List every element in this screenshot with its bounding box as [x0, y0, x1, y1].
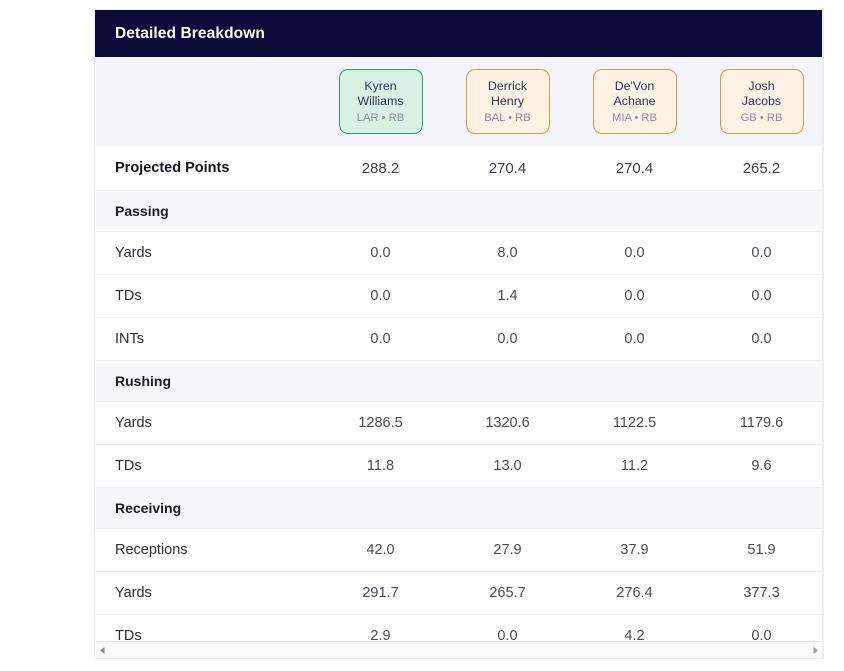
player-card[interactable]: De'Von Achane MIA • RB — [592, 68, 677, 135]
stat-value: 1286.5 — [317, 401, 444, 445]
triangle-right-icon[interactable] — [808, 643, 823, 658]
table-row: TDs 11.8 13.0 11.2 9.6 — [95, 444, 823, 488]
section-header-row: Receiving — [95, 487, 823, 529]
player-last-name: Williams — [357, 93, 404, 108]
section-header-row: Rushing — [95, 360, 823, 402]
stat-value: 11.2 — [571, 444, 698, 488]
section-header-label: Receiving — [95, 487, 823, 529]
stat-value: 276.4 — [571, 571, 698, 615]
player-last-name: Henry — [490, 93, 525, 108]
stat-value: 0.0 — [698, 274, 823, 318]
player-first-name: Josh — [748, 78, 775, 93]
stat-value: 1179.6 — [698, 401, 823, 445]
stat-value: 291.7 — [317, 571, 444, 615]
stat-value: 0.0 — [698, 614, 823, 641]
player-header-cell: Kyren Williams LAR • RB — [317, 57, 444, 146]
page-title: Detailed Breakdown — [115, 24, 265, 42]
stat-value: 377.3 — [698, 571, 823, 615]
header-corner-cell — [95, 57, 317, 146]
stat-value: 37.9 — [571, 528, 698, 572]
stat-value: 11.8 — [317, 444, 444, 488]
player-last-name: Achane — [613, 93, 656, 108]
stat-value: 2.9 — [317, 614, 444, 641]
stat-value: 1320.6 — [444, 401, 571, 445]
stat-value: 0.0 — [317, 231, 444, 275]
stat-label: TDs — [95, 274, 317, 318]
player-first-name: De'Von — [614, 78, 655, 93]
table-row: INTs 0.0 0.0 0.0 0.0 — [95, 317, 823, 361]
table-row: TDs 0.0 1.4 0.0 0.0 — [95, 274, 823, 318]
stat-label: Receptions — [95, 528, 317, 572]
player-header-cell: De'Von Achane MIA • RB — [571, 57, 698, 146]
scrollbar-track[interactable] — [110, 642, 808, 658]
triangle-left-icon[interactable] — [95, 643, 110, 658]
table-row: Yards 1286.5 1320.6 1122.5 1179.6 — [95, 401, 823, 445]
scrollbar-thumb[interactable] — [110, 644, 808, 656]
stat-value: 0.0 — [571, 231, 698, 275]
table-row: Projected Points 288.2 270.4 270.4 265.2 — [95, 146, 823, 191]
table-row: Receptions 42.0 27.9 37.9 51.9 — [95, 528, 823, 572]
section-header-label: Rushing — [95, 360, 823, 402]
stat-label: Yards — [95, 401, 317, 445]
stat-value: 27.9 — [444, 528, 571, 572]
stat-label: Yards — [95, 231, 317, 275]
stat-value: 51.9 — [698, 528, 823, 572]
player-last-name: Jacobs — [741, 93, 782, 108]
stat-value: 0.0 — [571, 274, 698, 318]
stat-value: 1122.5 — [571, 401, 698, 445]
player-team-position: MIA • RB — [612, 111, 657, 124]
stat-value: 0.0 — [444, 614, 571, 641]
player-card[interactable]: Derrick Henry BAL • RB — [465, 68, 550, 135]
stat-value: 0.0 — [698, 231, 823, 275]
player-first-name: Derrick — [487, 78, 528, 93]
panel-right-edge — [822, 10, 823, 658]
stat-value: 42.0 — [317, 528, 444, 572]
stat-value: 8.0 — [444, 231, 571, 275]
stat-value: 9.6 — [698, 444, 823, 488]
stat-value: 0.0 — [571, 317, 698, 361]
panel-header: Detailed Breakdown — [95, 10, 823, 57]
table-scroll-area[interactable]: Kyren Williams LAR • RB Derrick Henry BAL • R… — [95, 57, 823, 641]
player-header-row: Kyren Williams LAR • RB Derrick Henry BAL • R… — [95, 57, 823, 146]
table-row: TDs 2.9 0.0 4.2 0.0 — [95, 614, 823, 641]
section-header-row: Passing — [95, 190, 823, 232]
breakdown-table: Kyren Williams LAR • RB Derrick Henry BAL • R… — [95, 57, 823, 641]
detailed-breakdown-panel: Detailed Breakdown Kyren Williams LAR • RB… — [94, 9, 824, 659]
section-header-label: Passing — [95, 190, 823, 232]
stat-value: 0.0 — [317, 274, 444, 318]
player-team-position: BAL • RB — [484, 111, 531, 124]
stat-label: TDs — [95, 444, 317, 488]
breakdown-table-body: Kyren Williams LAR • RB Derrick Henry BAL • R… — [95, 57, 823, 641]
stat-value: 288.2 — [317, 146, 444, 191]
table-row: Yards 0.0 8.0 0.0 0.0 — [95, 231, 823, 275]
stat-value: 265.2 — [698, 146, 823, 191]
stat-value: 0.0 — [698, 317, 823, 361]
player-card[interactable]: Josh Jacobs GB • RB — [719, 68, 804, 135]
stat-value: 13.0 — [444, 444, 571, 488]
stat-value: 4.2 — [571, 614, 698, 641]
stat-label: Projected Points — [95, 146, 317, 191]
player-team-position: LAR • RB — [356, 111, 405, 124]
stat-value: 265.7 — [444, 571, 571, 615]
stat-value: 270.4 — [444, 146, 571, 191]
horizontal-scrollbar[interactable] — [95, 641, 823, 658]
stat-label: INTs — [95, 317, 317, 361]
stat-value: 0.0 — [317, 317, 444, 361]
player-card[interactable]: Kyren Williams LAR • RB — [338, 68, 423, 135]
player-first-name: Kyren — [364, 78, 397, 93]
stat-label: Yards — [95, 571, 317, 615]
player-header-cell: Josh Jacobs GB • RB — [698, 57, 823, 146]
player-header-cell: Derrick Henry BAL • RB — [444, 57, 571, 146]
screen: Detailed Breakdown Kyren Williams LAR • RB… — [0, 0, 844, 671]
stat-value: 1.4 — [444, 274, 571, 318]
table-row: Yards 291.7 265.7 276.4 377.3 — [95, 571, 823, 615]
stat-value: 270.4 — [571, 146, 698, 191]
player-team-position: GB • RB — [740, 111, 783, 124]
stat-value: 0.0 — [444, 317, 571, 361]
stat-label: TDs — [95, 614, 317, 641]
